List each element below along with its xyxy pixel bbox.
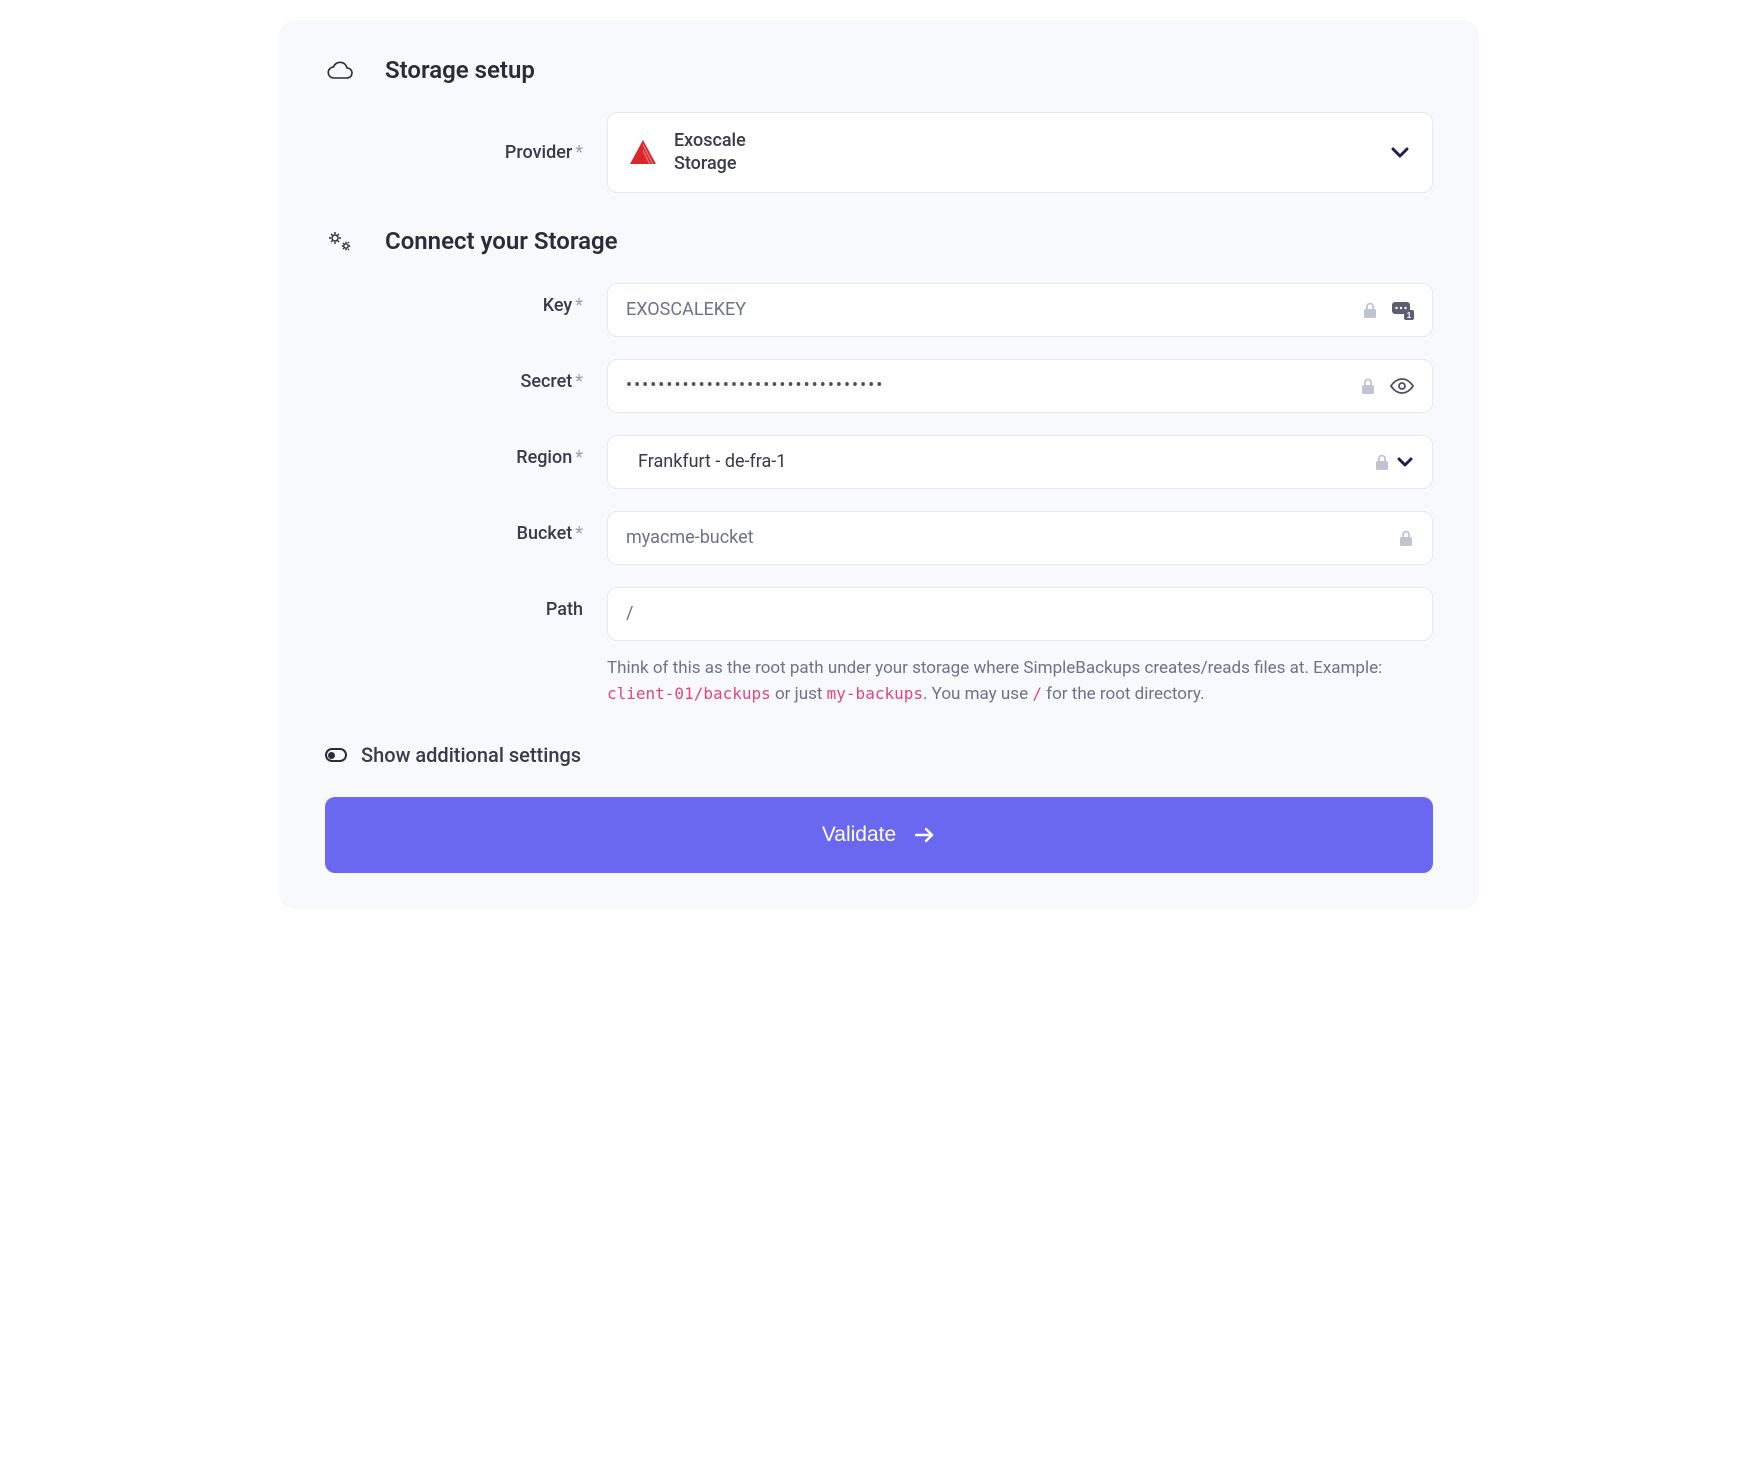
path-input-wrap — [607, 587, 1433, 641]
form-row-region: Region* Frankfurt - de-fra-1 — [325, 435, 1433, 489]
label-region: Region* — [325, 435, 607, 468]
path-input[interactable] — [626, 603, 1414, 624]
form-row-bucket: Bucket* — [325, 511, 1433, 565]
svg-text:1: 1 — [1407, 311, 1412, 320]
additional-settings-toggle-row: Show additional settings — [325, 743, 1433, 767]
key-input-wrap: 1 — [607, 283, 1433, 337]
form-row-provider: Provider* Exoscale Storage — [325, 112, 1433, 193]
provider-name-line2: Storage — [674, 152, 746, 175]
section-title-connect: Connect your Storage — [385, 227, 618, 255]
region-value: Frankfurt - de-fra-1 — [638, 451, 786, 472]
lock-icon — [1360, 377, 1376, 395]
password-manager-icon[interactable]: 1 — [1392, 300, 1414, 320]
gears-icon — [325, 229, 355, 253]
lock-icon — [1374, 453, 1390, 471]
lock-icon — [1398, 529, 1414, 547]
secret-input-wrap — [607, 359, 1433, 413]
region-select[interactable]: Frankfurt - de-fra-1 — [607, 435, 1433, 489]
cloud-icon — [325, 60, 355, 80]
arrow-right-icon — [914, 826, 936, 844]
secret-input[interactable] — [626, 375, 1360, 396]
form-row-key: Key* — [325, 283, 1433, 337]
chevron-down-icon — [1396, 456, 1414, 468]
eye-icon[interactable] — [1390, 377, 1414, 395]
section-header-connect: Connect your Storage — [325, 227, 1433, 255]
label-provider: Provider* — [325, 142, 607, 163]
storage-setup-panel: Storage setup Provider* Exoscale — [279, 20, 1479, 909]
additional-settings-label: Show additional settings — [361, 743, 581, 767]
additional-settings-toggle[interactable] — [325, 748, 347, 762]
exoscale-logo-icon — [630, 140, 656, 164]
section-title: Storage setup — [385, 56, 535, 84]
bucket-input[interactable] — [626, 527, 1398, 548]
key-input[interactable] — [626, 299, 1362, 320]
provider-name-line1: Exoscale — [674, 129, 746, 152]
validate-button-label: Validate — [822, 823, 896, 847]
chevron-down-icon — [1390, 145, 1410, 159]
validate-button[interactable]: Validate — [325, 797, 1433, 873]
label-path: Path — [325, 587, 607, 620]
label-key: Key* — [325, 283, 607, 316]
label-bucket: Bucket* — [325, 511, 607, 544]
section-header-storage-setup: Storage setup — [325, 56, 1433, 84]
bucket-input-wrap — [607, 511, 1433, 565]
form-row-path: Path Think of this as the root path unde… — [325, 587, 1433, 708]
form-row-secret: Secret* — [325, 359, 1433, 413]
provider-select[interactable]: Exoscale Storage — [607, 112, 1433, 193]
label-secret: Secret* — [325, 359, 607, 392]
path-help-text: Think of this as the root path under you… — [607, 655, 1433, 708]
lock-icon — [1362, 301, 1378, 319]
